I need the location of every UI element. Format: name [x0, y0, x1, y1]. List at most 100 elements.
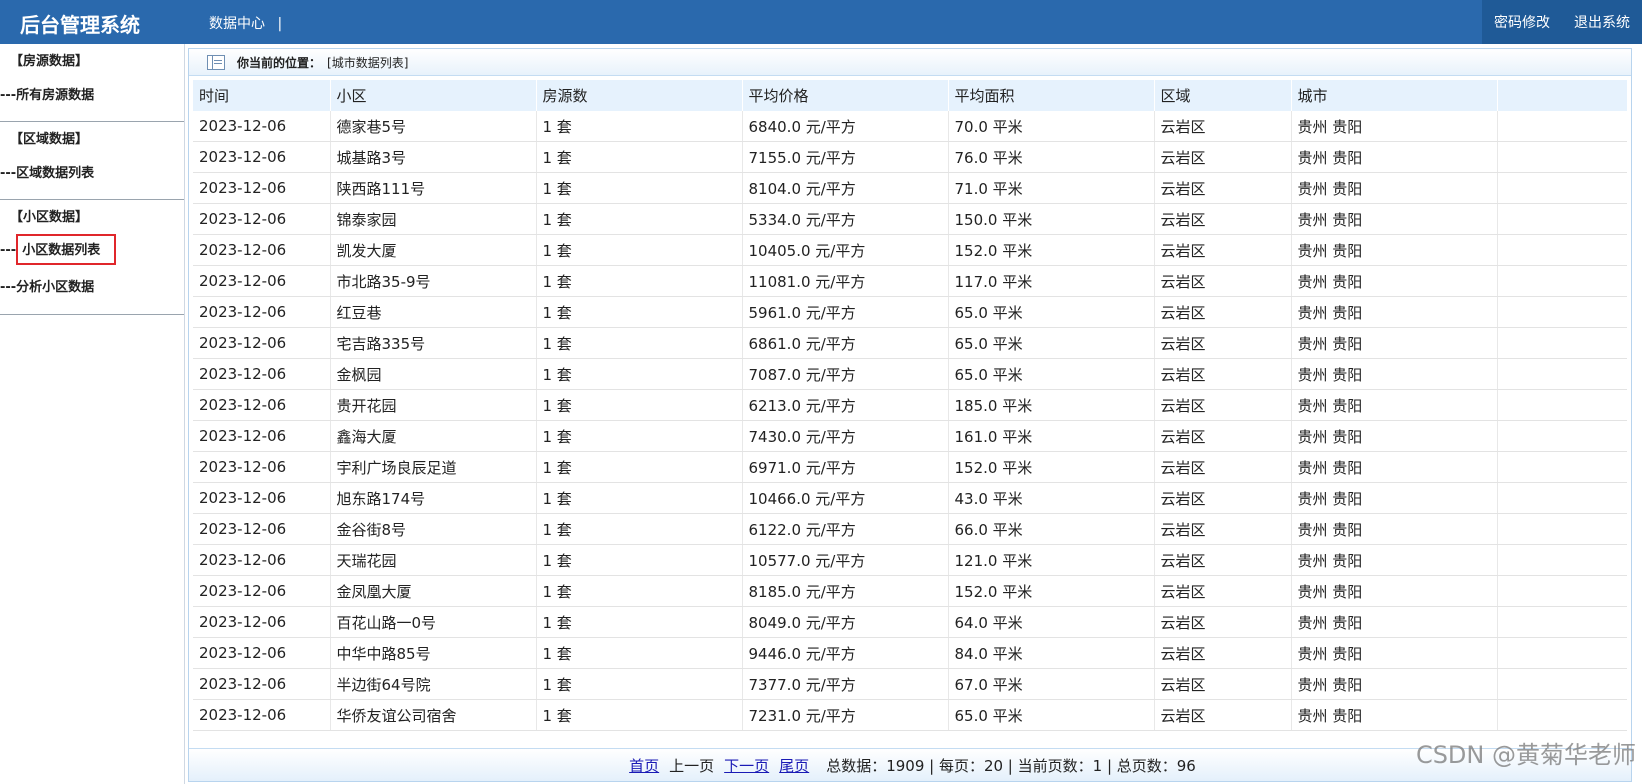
cell-city: 贵州 贵阳	[1291, 544, 1498, 576]
cell-district: 云岩区	[1154, 420, 1292, 452]
sidebar-item-district-list[interactable]: ---区域数据列表	[0, 162, 94, 181]
cell-time: 2023-12-06	[193, 699, 331, 731]
cell-avg-area: 65.0 平米	[948, 358, 1155, 390]
cell-listing-count: 1 套	[536, 699, 743, 731]
cell-time: 2023-12-06	[193, 296, 331, 328]
sidebar-group-title: 【房源数据】	[10, 54, 89, 69]
cell-spacer	[1497, 606, 1627, 638]
cell-city: 贵州 贵阳	[1291, 575, 1498, 607]
col-header-avg-price[interactable]: 平均价格	[742, 80, 949, 111]
table-row[interactable]: 2023-12-06 贵开花园 1 套 6213.0 元/平方 185.0 平米 云岩区贵…	[193, 389, 1627, 421]
table-row[interactable]: 2023-12-06 陕西路111号 1 套 8104.0 元/平方 71.0 平米 云岩…	[193, 172, 1627, 204]
cell-listing-count: 1 套	[536, 234, 743, 266]
sidebar-item-community-list[interactable]: --- 小区数据列表	[0, 234, 117, 265]
first-page-link[interactable]: 首页	[629, 755, 659, 776]
table-row[interactable]: 2023-12-06 城基路3号 1 套 7155.0 元/平方 76.0 平米 云岩区贵…	[193, 141, 1627, 173]
table-row[interactable]: 2023-12-06 凯发大厦 1 套 10405.0 元/平方 152.0 平米 云岩区…	[193, 234, 1627, 266]
cell-avg-area: 84.0 平米	[948, 637, 1155, 669]
cell-city: 贵州 贵阳	[1291, 482, 1498, 514]
cell-avg-area: 121.0 平米	[948, 544, 1155, 576]
list-icon	[207, 54, 225, 70]
cell-listing-count: 1 套	[536, 668, 743, 700]
cell-city: 贵州 贵阳	[1291, 451, 1498, 483]
table-row[interactable]: 2023-12-06 宇利广场良辰足道 1 套 6971.0 元/平方 152.0 平米…	[193, 451, 1627, 483]
cell-avg-area: 161.0 平米	[948, 420, 1155, 452]
next-page-link[interactable]: 下一页	[724, 755, 769, 776]
table-row[interactable]: 2023-12-06 金枫园 1 套 7087.0 元/平方 65.0 平米 云岩区 贵州 …	[193, 358, 1627, 390]
cell-spacer	[1497, 451, 1627, 483]
last-page-link[interactable]: 尾页	[779, 755, 809, 776]
table-row[interactable]: 2023-12-06 鑫海大厦 1 套 7430.0 元/平方 161.0 平米 云岩区贵…	[193, 420, 1627, 452]
cell-district: 云岩区	[1154, 482, 1292, 514]
cell-avg-area: 150.0 平米	[948, 203, 1155, 235]
cell-community: 宅吉路335号	[330, 327, 537, 359]
cell-district: 云岩区	[1154, 172, 1292, 204]
cell-district: 云岩区	[1154, 451, 1292, 483]
cell-time: 2023-12-06	[193, 203, 331, 235]
cell-avg-area: 65.0 平米	[948, 327, 1155, 359]
cell-listing-count: 1 套	[536, 637, 743, 669]
table-row[interactable]: 2023-12-06 金谷街8号 1 套 6122.0 元/平方 66.0 平米 云岩区贵…	[193, 513, 1627, 545]
watermark: CSDN @黄菊华老师	[1415, 741, 1636, 769]
cell-community: 金枫园	[330, 358, 537, 390]
cell-city: 贵州 贵阳	[1291, 699, 1498, 731]
sidebar-group-districts: 【区域数据】 ---区域数据列表	[0, 122, 184, 200]
table-row[interactable]: 2023-12-06 中华中路85号 1 套 9446.0 元/平方 84.0 平米 云岩…	[193, 637, 1627, 669]
change-password-link[interactable]: 密码修改	[1494, 12, 1550, 32]
col-header-city[interactable]: 城市	[1291, 80, 1498, 111]
sidebar-group-title: 【小区数据】	[10, 210, 89, 225]
cell-spacer	[1497, 668, 1627, 700]
sidebar-item-all-listings[interactable]: ---所有房源数据	[0, 84, 94, 103]
cell-spacer	[1497, 637, 1627, 669]
cell-community: 天瑞花园	[330, 544, 537, 576]
sidebar-item-analyze-community[interactable]: ---分析小区数据	[0, 276, 94, 295]
cell-spacer	[1497, 358, 1627, 390]
col-header-avg-area[interactable]: 平均面积	[948, 80, 1155, 111]
cell-avg-price: 7087.0 元/平方	[742, 358, 949, 390]
cell-time: 2023-12-06	[193, 513, 331, 545]
table-row[interactable]: 2023-12-06 天瑞花园 1 套 10577.0 元/平方 121.0 平米 云岩区…	[193, 544, 1627, 576]
cell-time: 2023-12-06	[193, 358, 331, 390]
table-row[interactable]: 2023-12-06 德家巷5号 1 套 6840.0 元/平方 70.0 平米 云岩区贵…	[193, 111, 1627, 142]
table-row[interactable]: 2023-12-06 锦泰家园 1 套 5334.0 元/平方 150.0 平米 云岩区贵…	[193, 203, 1627, 235]
cell-community: 宇利广场良辰足道	[330, 451, 537, 483]
active-item-highlight[interactable]: 小区数据列表	[16, 234, 117, 265]
cell-community: 百花山路一0号	[330, 606, 537, 638]
cell-listing-count: 1 套	[536, 513, 743, 545]
nav-data-center[interactable]: 数据中心	[209, 16, 265, 32]
table-row[interactable]: 2023-12-06 红豆巷 1 套 5961.0 元/平方 65.0 平米 云岩区 贵州 …	[193, 296, 1627, 328]
table-row[interactable]: 2023-12-06 金凤凰大厦 1 套 8185.0 元/平方 152.0 平米 云岩区…	[193, 575, 1627, 607]
cell-avg-price: 6971.0 元/平方	[742, 451, 949, 483]
logout-link[interactable]: 退出系统	[1574, 12, 1630, 32]
table-row[interactable]: 2023-12-06 旭东路174号 1 套 10466.0 元/平方 43.0 平米云…	[193, 482, 1627, 514]
sidebar: 【房源数据】 ---所有房源数据 【区域数据】 ---区域数据列表 【小区数据】…	[0, 44, 185, 784]
table-row[interactable]: 2023-12-06 百花山路一0号 1 套 8049.0 元/平方 64.0 平米 云岩…	[193, 606, 1627, 638]
table-row[interactable]: 2023-12-06 宅吉路335号 1 套 6861.0 元/平方 65.0 平米 云岩…	[193, 327, 1627, 359]
cell-listing-count: 1 套	[536, 575, 743, 607]
cell-district: 云岩区	[1154, 637, 1292, 669]
cell-city: 贵州 贵阳	[1291, 668, 1498, 700]
cell-avg-area: 152.0 平米	[948, 234, 1155, 266]
table-row[interactable]: 2023-12-06 华侨友谊公司宿舍 1 套 7231.0 元/平方 65.0 平米云…	[193, 699, 1627, 731]
cell-time: 2023-12-06	[193, 482, 331, 514]
cell-listing-count: 1 套	[536, 172, 743, 204]
col-header-district[interactable]: 区域	[1154, 80, 1292, 111]
cell-spacer	[1497, 513, 1627, 545]
cell-avg-price: 5334.0 元/平方	[742, 203, 949, 235]
app-title: 后台管理系统	[20, 13, 140, 37]
cell-time: 2023-12-06	[193, 544, 331, 576]
nav-separator: |	[277, 16, 283, 32]
cell-spacer	[1497, 575, 1627, 607]
cell-listing-count: 1 套	[536, 327, 743, 359]
cell-district: 云岩区	[1154, 265, 1292, 297]
cell-avg-price: 7155.0 元/平方	[742, 141, 949, 173]
cell-community: 陕西路111号	[330, 172, 537, 204]
cell-district: 云岩区	[1154, 296, 1292, 328]
cell-avg-area: 185.0 平米	[948, 389, 1155, 421]
col-header-time[interactable]: 时间	[193, 80, 331, 111]
table-row[interactable]: 2023-12-06 市北路35-9号 1 套 11081.0 元/平方 117.0 平…	[193, 265, 1627, 297]
table-row[interactable]: 2023-12-06 半边街64号院 1 套 7377.0 元/平方 67.0 平米 云岩…	[193, 668, 1627, 700]
cell-time: 2023-12-06	[193, 575, 331, 607]
col-header-listing-count[interactable]: 房源数	[536, 80, 743, 111]
col-header-community[interactable]: 小区	[330, 80, 537, 111]
